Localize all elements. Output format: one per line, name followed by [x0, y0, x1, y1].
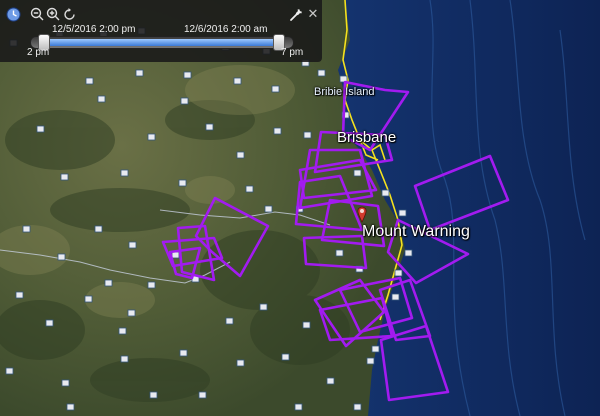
time-slider-panel: ✕ 12/5/2016 2:00 pm 12/6/2016 2:00 am 2 … [0, 0, 322, 62]
range-end-label: 7 pm [281, 47, 304, 58]
time-slider-track[interactable] [30, 36, 294, 49]
label-bribie-island: Bribie Island [314, 86, 375, 98]
end-time-label: 12/6/2016 2:00 am [184, 24, 268, 35]
zoom-out-icon[interactable] [29, 6, 45, 22]
close-icon[interactable]: ✕ [305, 6, 321, 22]
satellite-map[interactable] [0, 0, 600, 416]
start-time-label: 12/5/2016 2:00 pm [52, 24, 136, 35]
label-mount-warning[interactable]: Mount Warning [362, 223, 470, 241]
range-start-label: 2 pm [27, 47, 50, 58]
animation-options-icon[interactable] [61, 6, 77, 22]
clock-icon[interactable] [5, 6, 21, 22]
wrench-icon[interactable] [288, 6, 304, 22]
zoom-in-icon[interactable] [45, 6, 61, 22]
time-slider-range [43, 39, 281, 46]
label-brisbane: Brisbane [337, 129, 397, 146]
